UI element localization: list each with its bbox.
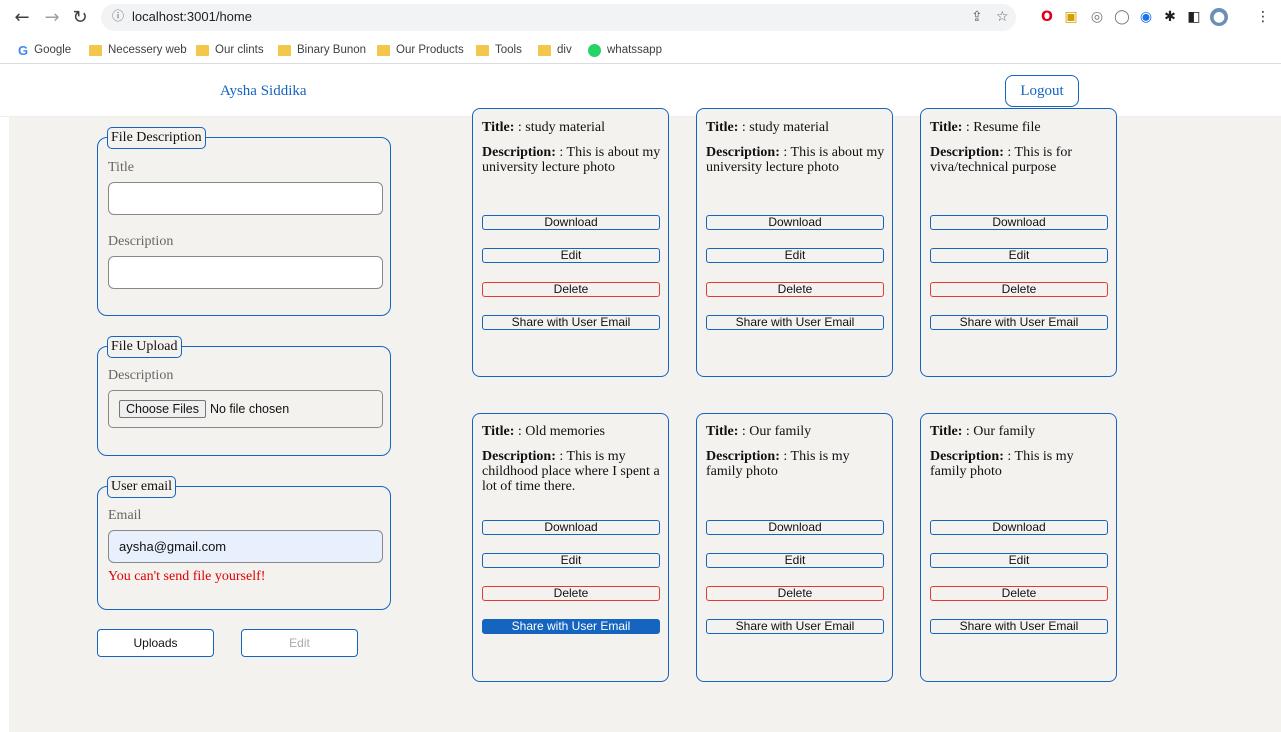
file-card: Title: : study material Description: : T… <box>472 108 669 377</box>
card-title: Title: : Our family <box>930 424 1036 439</box>
bookmark-necessery-web[interactable]: Necessery web <box>89 42 187 58</box>
folder-icon <box>476 44 489 56</box>
delete-button[interactable]: Delete <box>482 586 660 601</box>
share-button[interactable]: Share with User Email <box>482 619 660 634</box>
bookmark-whatssapp[interactable]: whatssapp <box>588 42 662 58</box>
card-edit-button[interactable]: Edit <box>482 248 660 263</box>
card-title: Title: : Resume file <box>930 120 1041 135</box>
side-panel-icon[interactable]: ◧ <box>1185 8 1203 26</box>
bookmark-div[interactable]: div <box>538 42 572 58</box>
title-label: Title <box>108 160 134 175</box>
extension-icon[interactable]: ▣ <box>1062 8 1080 26</box>
card-description: Description: : This is about my universi… <box>482 145 661 175</box>
card-description: Description: : This is about my universi… <box>706 145 885 175</box>
folder-icon <box>377 44 390 56</box>
file-card: Title: : Our family Description: : This … <box>696 413 893 682</box>
file-card: Title: : Resume file Description: : This… <box>920 108 1117 377</box>
share-button[interactable]: Share with User Email <box>930 315 1108 330</box>
card-title: Title: : Our family <box>706 424 812 439</box>
title-input[interactable] <box>108 182 383 215</box>
file-input[interactable]: Choose Files No file chosen <box>108 390 383 428</box>
delete-button[interactable]: Delete <box>930 586 1108 601</box>
download-button[interactable]: Download <box>482 215 660 230</box>
fieldset-legend: User email <box>107 476 177 498</box>
extension-icon[interactable]: ◎ <box>1088 8 1106 26</box>
folder-icon <box>278 44 291 56</box>
card-edit-button[interactable]: Edit <box>930 553 1108 568</box>
bookmarks-bar: G Google Necessery web Our clints Binary … <box>0 36 1281 64</box>
email-label: Email <box>108 508 142 523</box>
whatsapp-icon <box>588 43 601 57</box>
fieldset-legend: File Upload <box>107 336 182 358</box>
no-file-text: No file chosen <box>209 402 290 416</box>
download-button[interactable]: Download <box>930 215 1108 230</box>
card-title: Title: : study material <box>706 120 829 135</box>
extension-icon[interactable]: ◯ <box>1113 8 1131 26</box>
share-icon[interactable]: ⇪ <box>971 9 983 25</box>
folder-icon <box>196 44 209 56</box>
error-message: You can't send file yourself! <box>108 569 266 584</box>
download-button[interactable]: Download <box>706 215 884 230</box>
folder-icon <box>538 44 551 56</box>
share-button[interactable]: Share with User Email <box>930 619 1108 634</box>
description-label: Description <box>108 234 174 249</box>
file-card: Title: : Our family Description: : This … <box>920 413 1117 682</box>
card-description: Description: : This is for viva/technica… <box>930 145 1073 175</box>
logout-button[interactable]: Logout <box>1005 75 1079 107</box>
share-button[interactable]: Share with User Email <box>706 315 884 330</box>
description-input[interactable] <box>108 256 383 289</box>
reload-icon[interactable]: ↻ <box>68 6 92 30</box>
card-edit-button[interactable]: Edit <box>482 553 660 568</box>
bookmark-tools[interactable]: Tools <box>476 42 522 58</box>
file-card: Title: : study material Description: : T… <box>696 108 893 377</box>
share-button[interactable]: Share with User Email <box>706 619 884 634</box>
url-text: localhost:3001/home <box>132 9 252 24</box>
delete-button[interactable]: Delete <box>482 282 660 297</box>
user-name: Aysha Siddika <box>220 83 307 99</box>
download-button[interactable]: Download <box>930 520 1108 535</box>
delete-button[interactable]: Delete <box>706 282 884 297</box>
download-button[interactable]: Download <box>706 520 884 535</box>
choose-files-button[interactable]: Choose Files <box>119 400 206 418</box>
bookmark-google[interactable]: G Google <box>18 42 71 58</box>
card-edit-button[interactable]: Edit <box>706 248 884 263</box>
file-description-fieldset: File Description Title Description <box>97 127 391 316</box>
puzzle-extensions-icon[interactable]: ✱ <box>1161 8 1179 26</box>
file-card: Title: : Old memories Description: : Thi… <box>472 413 669 682</box>
kebab-menu-icon[interactable]: ⋮ <box>1254 8 1272 26</box>
delete-button[interactable]: Delete <box>930 282 1108 297</box>
card-edit-button[interactable]: Edit <box>930 248 1108 263</box>
opera-extension-icon[interactable]: O <box>1038 8 1056 26</box>
user-email-fieldset: User email Email You can't send file you… <box>97 476 391 610</box>
card-description: Description: : This is my childhood plac… <box>482 449 660 494</box>
bookmark-our-clints[interactable]: Our clints <box>196 42 264 58</box>
card-title: Title: : study material <box>482 120 605 135</box>
info-icon[interactable]: ⓘ <box>112 8 128 24</box>
browser-toolbar: ← → ↻ ⓘ localhost:3001/home ⇪ ☆ O ▣ ◎ ◯ … <box>0 0 1281 36</box>
folder-icon <box>89 44 102 56</box>
upload-description-label: Description <box>108 368 174 383</box>
card-description: Description: : This is my family photo <box>706 449 850 479</box>
uploads-button[interactable]: Uploads <box>97 629 214 657</box>
bookmark-star-icon[interactable]: ☆ <box>996 9 1009 25</box>
bookmark-binary-bunon[interactable]: Binary Bunon <box>278 42 366 58</box>
edit-button[interactable]: Edit <box>241 629 358 657</box>
card-edit-button[interactable]: Edit <box>706 553 884 568</box>
card-title: Title: : Old memories <box>482 424 606 439</box>
extension-icon[interactable]: ◉ <box>1137 8 1155 26</box>
delete-button[interactable]: Delete <box>706 586 884 601</box>
google-icon: G <box>18 42 29 58</box>
back-arrow-icon[interactable]: ← <box>10 6 34 30</box>
bookmark-our-products[interactable]: Our Products <box>377 42 464 58</box>
email-input[interactable] <box>108 530 383 563</box>
card-description: Description: : This is my family photo <box>930 449 1074 479</box>
file-upload-fieldset: File Upload Description Choose Files No … <box>97 336 391 456</box>
forward-arrow-icon[interactable]: → <box>40 6 64 30</box>
download-button[interactable]: Download <box>482 520 660 535</box>
fieldset-legend: File Description <box>107 127 206 149</box>
share-button[interactable]: Share with User Email <box>482 315 660 330</box>
profile-avatar[interactable]: ● <box>1210 8 1228 26</box>
address-bar[interactable]: ⓘ localhost:3001/home ⇪ ☆ <box>101 4 1016 31</box>
